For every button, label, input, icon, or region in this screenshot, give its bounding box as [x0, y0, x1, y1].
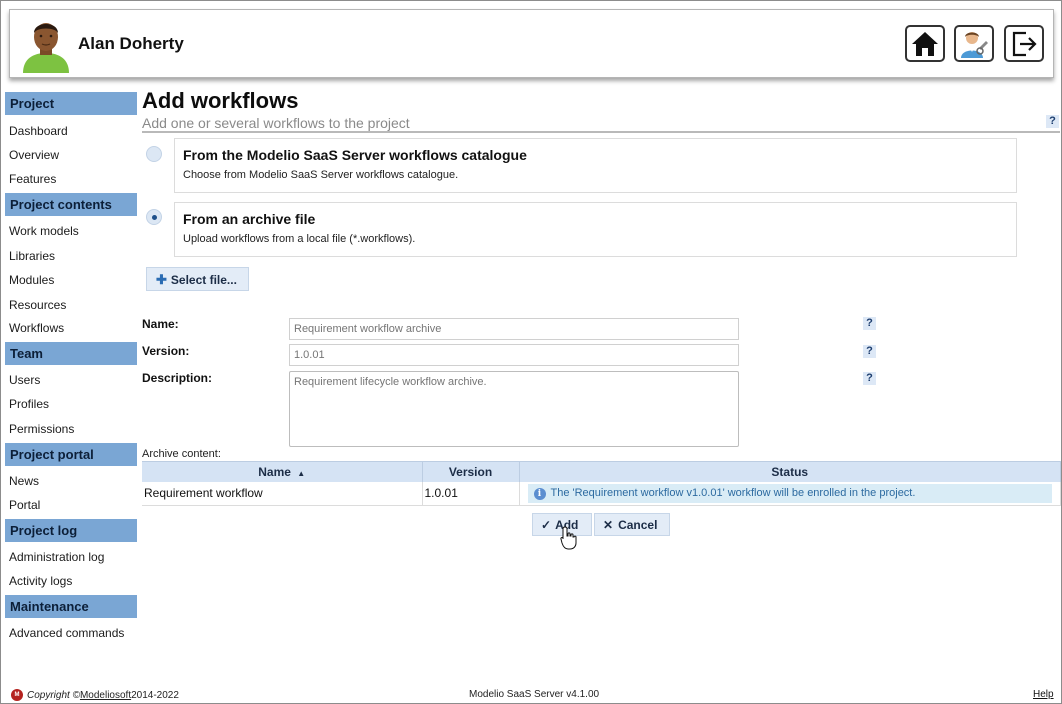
column-name-label: Name	[258, 464, 291, 479]
sidebar-section-project: Project	[5, 92, 137, 115]
sort-ascending-icon: ▲	[297, 468, 306, 478]
user-settings-button[interactable]	[954, 25, 994, 62]
cancel-button[interactable]: ✕ Cancel	[594, 513, 670, 536]
status-text: The 'Requirement workflow v1.0.01' workf…	[550, 486, 916, 499]
sidebar-item-portal[interactable]: Portal	[9, 498, 40, 512]
table-row[interactable]: Requirement workflow 1.0.01 i The 'Requir…	[142, 481, 1061, 506]
sidebar-item-modules[interactable]: Modules	[9, 273, 54, 287]
row-version: 1.0.01	[422, 481, 520, 506]
description-input[interactable]	[289, 371, 739, 447]
version-help-button[interactable]: ?	[863, 345, 876, 358]
sidebar-item-news[interactable]: News	[9, 474, 39, 488]
sidebar-item-libraries[interactable]: Libraries	[9, 249, 55, 263]
server-version: Modelio SaaS Server v4.1.00	[469, 689, 600, 700]
archive-content-label: Archive content:	[142, 448, 221, 460]
radio-selected-dot	[152, 215, 157, 220]
page-subtitle: Add one or several workflows to the proj…	[142, 115, 410, 131]
sidebar-item-administration-log[interactable]: Administration log	[9, 550, 104, 564]
sidebar-item-permissions[interactable]: Permissions	[9, 422, 74, 436]
header-bar: Alan Doherty	[9, 9, 1054, 78]
home-icon	[912, 31, 938, 56]
title-divider	[142, 131, 1060, 133]
user-settings-icon	[961, 31, 988, 58]
cancel-label: Cancel	[618, 517, 658, 532]
column-header-name[interactable]: Name ▲	[142, 461, 423, 482]
sidebar-item-advanced-commands[interactable]: Advanced commands	[9, 626, 124, 640]
copyright-years: 2014-2022	[131, 689, 179, 701]
status-message: i The 'Requirement workflow v1.0.01' work…	[527, 483, 1052, 503]
name-label: Name:	[142, 317, 179, 331]
checkmark-icon: ✓	[541, 517, 552, 532]
sidebar-item-overview[interactable]: Overview	[9, 148, 59, 162]
option-archive-description: Upload workflows from a local file (*.wo…	[183, 233, 416, 245]
help-link[interactable]: Help	[1033, 689, 1054, 700]
option-catalogue-title: From the Modelio SaaS Server workflows c…	[183, 147, 527, 163]
user-avatar	[23, 23, 69, 73]
sidebar-item-profiles[interactable]: Profiles	[9, 397, 49, 411]
footer-copyright: M Copyright © Modeliosoft 2014-2022	[11, 689, 179, 701]
catalogue-radio[interactable]	[146, 146, 162, 162]
plus-icon: ✚	[156, 272, 167, 287]
description-help-button[interactable]: ?	[863, 372, 876, 385]
sidebar-section-team: Team	[5, 342, 137, 365]
sidebar-item-features[interactable]: Features	[9, 172, 56, 186]
name-input[interactable]	[289, 318, 739, 340]
modeliosoft-logo-icon: M	[11, 689, 23, 701]
name-help-button[interactable]: ?	[863, 317, 876, 330]
archive-table: Name ▲ Version Status Requirement workfl…	[142, 461, 1061, 506]
logout-icon	[1012, 31, 1037, 56]
version-input[interactable]	[289, 344, 739, 366]
sidebar-section-maintenance: Maintenance	[5, 595, 137, 618]
sidebar-item-workflows[interactable]: Workflows	[9, 321, 64, 335]
select-file-button[interactable]: ✚ Select file...	[146, 267, 249, 291]
page-title: Add workflows	[142, 88, 299, 113]
sidebar-section-project-contents: Project contents	[5, 193, 137, 216]
option-archive-title: From an archive file	[183, 211, 316, 227]
option-catalogue-description: Choose from Modelio SaaS Server workflow…	[183, 169, 459, 181]
info-icon: i	[533, 487, 546, 500]
home-button[interactable]	[905, 25, 945, 62]
row-name: Requirement workflow	[142, 481, 423, 506]
sidebar-section-project-portal: Project portal	[5, 443, 137, 466]
company-link[interactable]: Modeliosoft	[80, 690, 131, 701]
sidebar-item-activity-logs[interactable]: Activity logs	[9, 574, 72, 588]
row-status-cell: i The 'Requirement workflow v1.0.01' work…	[519, 481, 1061, 506]
option-catalogue[interactable]: From the Modelio SaaS Server workflows c…	[174, 138, 1017, 193]
copyright-prefix: Copyright ©	[27, 689, 80, 701]
close-icon: ✕	[603, 517, 614, 532]
sidebar-section-project-log: Project log	[5, 519, 137, 542]
sidebar-item-users[interactable]: Users	[9, 373, 40, 387]
page-help-button[interactable]: ?	[1046, 115, 1059, 128]
select-file-label: Select file...	[170, 273, 237, 287]
table-header-row: Name ▲ Version Status	[142, 461, 1061, 482]
column-header-status[interactable]: Status	[519, 461, 1061, 482]
logout-button[interactable]	[1004, 25, 1044, 62]
sidebar-item-resources[interactable]: Resources	[9, 298, 66, 312]
archive-radio[interactable]	[146, 209, 162, 225]
sidebar-item-dashboard[interactable]: Dashboard	[9, 124, 68, 138]
version-label: Version:	[142, 344, 190, 358]
option-archive[interactable]: From an archive file Upload workflows fr…	[174, 202, 1017, 257]
sidebar-item-work-models[interactable]: Work models	[9, 224, 79, 238]
column-header-version[interactable]: Version	[422, 461, 520, 482]
description-label: Description:	[142, 371, 213, 385]
hand-cursor-icon	[560, 526, 577, 550]
user-name: Alan Doherty	[78, 34, 184, 53]
